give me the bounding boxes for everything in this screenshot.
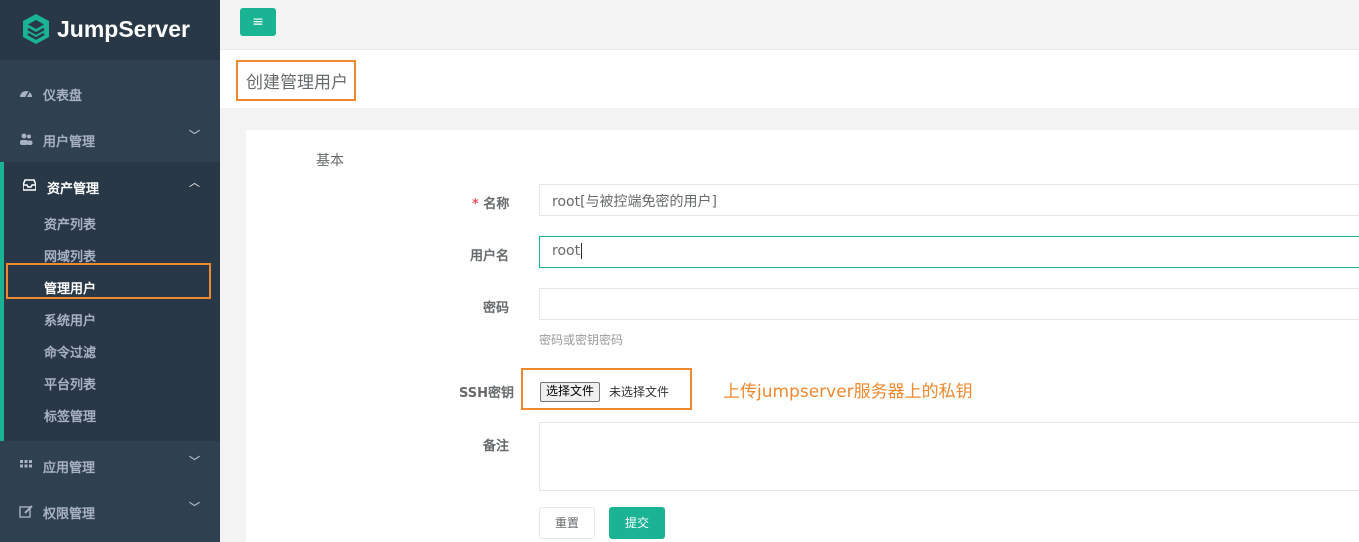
sidebar-group-assets: 资产管理 ︿ 资产列表 网域列表 管理用户 系统用户 命令过滤 平台列表 标签管… — [0, 162, 220, 441]
page-title: 创建管理用户 — [246, 73, 348, 93]
sidebar-subitem-asset-list[interactable]: 资产列表 — [44, 214, 96, 233]
username-value: root — [552, 243, 581, 259]
page-heading-bar — [220, 50, 1359, 108]
password-label: 密码 — [483, 301, 510, 316]
chevron-down-icon: ﹀ — [189, 501, 200, 514]
sidebar-item-label: 用户管理 — [43, 135, 96, 150]
comment-label: 备注 — [483, 439, 510, 454]
sidebar-item-users[interactable]: 用户管理 ﹀ — [0, 117, 220, 163]
submit-button[interactable]: 提交 — [609, 507, 665, 539]
sidebar-item-label[interactable]: 资产管理 — [47, 178, 99, 197]
sidebar-item-dashboard[interactable]: 仪表盘 — [0, 71, 220, 117]
sidebar: JumpServer 仪表盘 用户管理 ﹀ 资产管理 ︿ 资产列表 网域列表 管… — [0, 0, 220, 542]
file-status: 未选择文件 — [609, 385, 670, 399]
inbox-icon — [23, 179, 36, 191]
page-title-frame: 创建管理用户 — [236, 60, 356, 101]
logo-area[interactable]: JumpServer — [0, 0, 220, 60]
comment-textarea[interactable] — [539, 422, 1359, 491]
name-label-text: 名称 — [483, 197, 510, 212]
required-mark: * — [472, 197, 479, 212]
sidebar-item-permissions[interactable]: 权限管理 ﹀ — [0, 489, 220, 535]
menu-toggle-button[interactable]: ≡ — [240, 8, 276, 36]
username-input[interactable]: root — [539, 236, 1359, 268]
brand-name: JumpServer — [57, 16, 190, 42]
password-help-text: 密码或密钥密码 — [539, 333, 624, 347]
sidebar-subitem-platform-list[interactable]: 平台列表 — [44, 374, 96, 393]
username-label: 用户名 — [470, 249, 510, 264]
chevron-down-icon: ﹀ — [189, 129, 200, 142]
sidebar-subitem-label-manage[interactable]: 标签管理 — [44, 406, 96, 425]
sidebar-item-applications[interactable]: 应用管理 ﹀ — [0, 443, 220, 489]
choose-file-button[interactable]: 选择文件 — [540, 382, 601, 402]
annotation-text: 上传jumpserver服务器上的私钥 — [723, 382, 973, 402]
sidebar-item-label: 仪表盘 — [43, 89, 83, 104]
highlight-frame — [6, 263, 211, 299]
users-icon — [20, 133, 33, 145]
section-title: 基本 — [316, 153, 344, 169]
ssh-key-file-input: 选择文件 未选择文件 — [521, 368, 692, 410]
sidebar-subitem-system-user[interactable]: 系统用户 — [44, 310, 96, 329]
top-navbar: ≡ — [220, 0, 1359, 50]
jumpserver-logo-icon — [23, 14, 49, 44]
hamburger-icon: ≡ — [252, 14, 264, 30]
ssh-key-label: SSH密钥 — [459, 386, 515, 401]
chevron-up-icon[interactable]: ︿ — [189, 174, 200, 190]
reset-button[interactable]: 重置 — [539, 507, 595, 539]
sidebar-subitem-command-filter[interactable]: 命令过滤 — [44, 342, 96, 361]
dashboard-icon — [20, 91, 32, 98]
sidebar-item-label: 权限管理 — [43, 507, 96, 522]
name-label: * 名称 — [472, 193, 509, 212]
chevron-down-icon: ﹀ — [189, 455, 200, 468]
edit-icon — [19, 505, 33, 518]
password-input[interactable] — [539, 288, 1359, 320]
name-input[interactable]: root[与被控端免密的用户] — [539, 184, 1359, 216]
sidebar-item-label: 应用管理 — [43, 461, 96, 476]
grid-icon — [20, 460, 32, 468]
